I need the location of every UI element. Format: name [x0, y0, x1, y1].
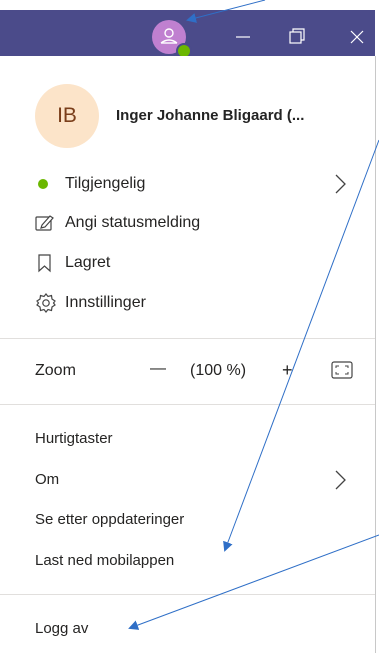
about-item[interactable]: Om [35, 471, 59, 488]
gear-icon [36, 293, 56, 313]
sign-out-item[interactable]: Logg av [35, 620, 88, 637]
edit-status-icon [35, 215, 54, 231]
saved-item[interactable]: Lagret [65, 254, 110, 272]
chevron-right-icon[interactable] [333, 468, 349, 492]
restore-button[interactable] [280, 20, 314, 54]
close-button[interactable] [340, 20, 374, 54]
title-bar [0, 10, 375, 59]
divider [0, 404, 375, 405]
zoom-in-button[interactable]: + [282, 360, 293, 381]
set-status-message-item[interactable]: Angi statusmelding [65, 214, 200, 232]
minimize-icon [236, 36, 250, 38]
chevron-right-icon[interactable] [333, 172, 349, 196]
settings-item[interactable]: Innstillinger [65, 294, 146, 312]
minimize-button[interactable] [226, 20, 260, 54]
profile-menu: IB Inger Johanne Bligaard (... Tilgjenge… [0, 56, 376, 653]
close-icon [350, 30, 364, 44]
download-mobile-app-item[interactable]: Last ned mobilappen [35, 552, 174, 569]
zoom-label: Zoom [35, 362, 76, 379]
fullscreen-icon[interactable] [331, 361, 353, 379]
profile-name[interactable]: Inger Johanne Bligaard (... [116, 107, 304, 124]
zoom-level: (100 %) [190, 362, 247, 379]
bookmark-icon [38, 254, 51, 273]
divider [0, 594, 375, 595]
available-status-icon [38, 179, 48, 189]
teams-window: IB Inger Johanne Bligaard (... Tilgjenge… [0, 0, 379, 653]
check-updates-item[interactable]: Se etter oppdateringer [35, 511, 184, 528]
keyboard-shortcuts-item[interactable]: Hurtigtaster [35, 430, 113, 447]
status-item[interactable]: Tilgjengelig [65, 175, 145, 193]
zoom-out-button[interactable]: — [150, 360, 166, 378]
avatar[interactable]: IB [35, 84, 99, 148]
divider [0, 338, 375, 339]
restore-icon [289, 28, 305, 44]
